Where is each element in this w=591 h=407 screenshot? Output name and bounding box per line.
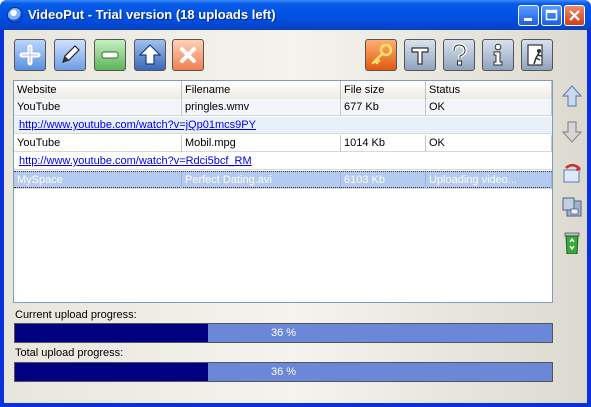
column-header-filesize[interactable]: File size (341, 81, 426, 99)
cell-website: YouTube (14, 99, 182, 116)
cell-filename: Perfect Dating.avi (182, 172, 341, 189)
help-button[interactable] (443, 39, 475, 71)
cell-status: Uploading video... (426, 172, 552, 189)
current-progress-text: 36 % (270, 327, 297, 339)
total-progress-text: 36 % (270, 366, 297, 378)
cell-website: MySpace (14, 172, 182, 189)
close-icon (569, 10, 580, 21)
cancel-icon (180, 47, 196, 63)
key-icon (371, 43, 393, 65)
total-progress-label: Total upload progress: (15, 347, 124, 359)
tools-button[interactable] (404, 39, 436, 71)
upload-button[interactable] (134, 39, 166, 71)
column-header-website[interactable]: Website (14, 81, 182, 99)
maximize-icon (545, 9, 558, 21)
cell-filesize: 1014 Kb (341, 135, 426, 152)
window-frame-bottom (0, 403, 591, 407)
total-progress-bar: 36 % (14, 362, 553, 382)
video-link[interactable]: http://www.youtube.com/watch?v=Rdci5bcf_… (14, 153, 552, 170)
list-header: Website Filename File size Status (14, 81, 552, 100)
close-button[interactable] (564, 5, 585, 26)
exit-button[interactable] (521, 39, 553, 71)
add-button[interactable] (14, 39, 46, 71)
move-up-icon[interactable] (561, 84, 583, 108)
current-progress-label: Current upload progress: (15, 309, 137, 321)
title-bar[interactable]: VideoPut - Trial version (18 uploads lef… (0, 0, 591, 30)
cell-filename: Mobil.mpg (182, 135, 341, 152)
table-row[interactable]: YouTube Mobil.mpg 1014 Kb OK (14, 135, 552, 152)
current-progress-bar: 36 % (14, 323, 553, 343)
app-icon (7, 7, 23, 23)
cell-status: OK (426, 99, 552, 116)
cell-filesize: 6103 Kb (341, 172, 426, 189)
minimize-button[interactable] (518, 5, 539, 26)
save-icon[interactable] (561, 196, 583, 220)
table-row[interactable]: YouTube pringles.wmv 677 Kb OK (14, 99, 552, 116)
open-icon[interactable] (561, 162, 583, 186)
cancel-button[interactable] (172, 39, 204, 71)
help-icon (452, 43, 467, 66)
table-row-selected[interactable]: MySpace Perfect Dating.avi 6103 Kb Uploa… (14, 171, 552, 189)
move-down-icon[interactable] (561, 120, 583, 144)
column-header-status[interactable]: Status (426, 81, 552, 99)
upload-icon (138, 44, 162, 65)
cell-website: YouTube (14, 135, 182, 152)
edit-icon (62, 45, 80, 63)
exit-icon (527, 44, 543, 66)
remove-button[interactable] (94, 39, 126, 71)
maximize-button[interactable] (541, 5, 562, 26)
cell-filesize: 677 Kb (341, 99, 426, 116)
cell-status: OK (426, 135, 552, 152)
info-button[interactable] (482, 39, 514, 71)
remove-icon (101, 51, 119, 59)
tools-icon (411, 47, 429, 65)
register-button[interactable] (365, 39, 397, 71)
upload-list[interactable]: Website Filename File size Status YouTub… (13, 80, 553, 303)
recycle-bin-icon[interactable] (561, 230, 583, 254)
video-link[interactable]: http://www.youtube.com/watch?v=jQp01mcs9… (14, 117, 552, 134)
info-icon (493, 43, 503, 66)
edit-button[interactable] (54, 39, 86, 71)
add-icon (19, 44, 41, 66)
window-title: VideoPut - Trial version (18 uploads lef… (28, 7, 276, 22)
minimize-icon (524, 18, 532, 21)
cell-filename: pringles.wmv (182, 99, 341, 116)
column-header-filename[interactable]: Filename (182, 81, 341, 99)
